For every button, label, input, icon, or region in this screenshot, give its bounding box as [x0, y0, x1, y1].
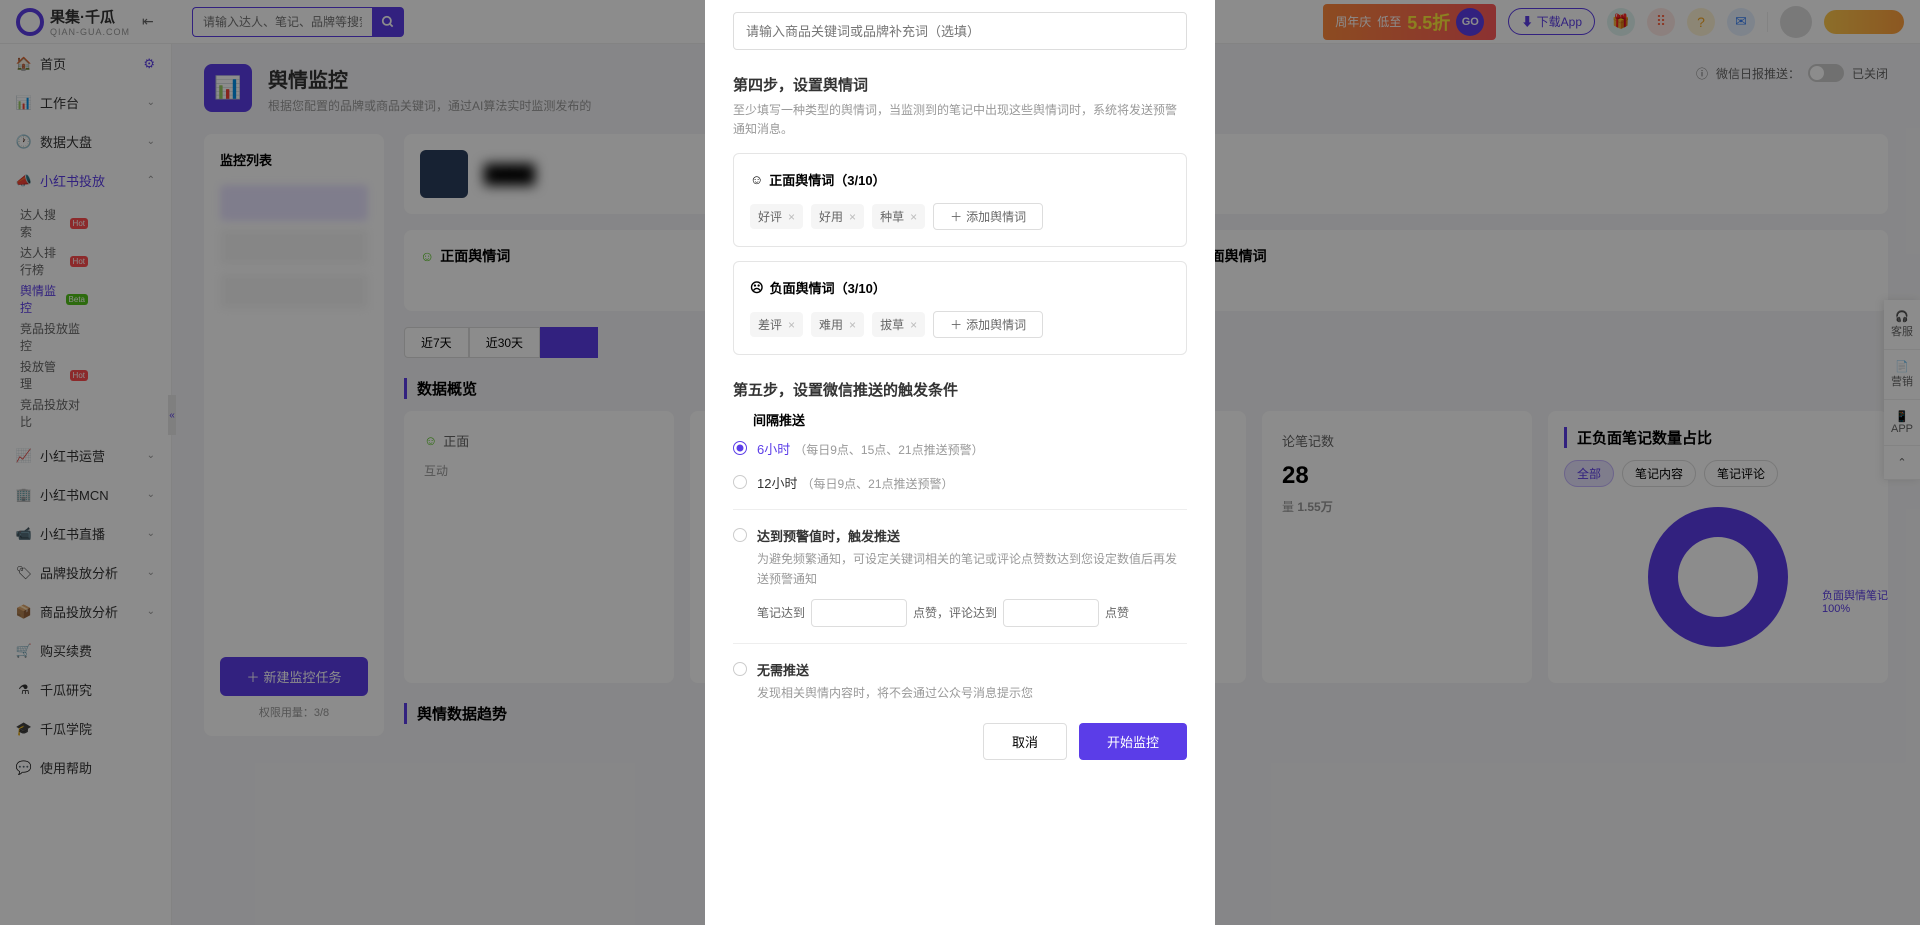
negative-words-box: ☹负面舆情词（3/10） 差评× 难用× 拔草× ＋ 添加舆情词	[733, 261, 1187, 355]
cancel-button[interactable]: 取消	[983, 723, 1067, 760]
radio-option-12h[interactable]: 12小时（每日9点、21点推送预警）	[733, 473, 1187, 493]
monitor-config-modal: 0/30 第四步，设置舆情词 至少填写一种类型的舆情词，当监测到的笔记中出现这些…	[705, 0, 1215, 925]
sentiment-tag: 种草×	[872, 204, 925, 229]
sentiment-tag: 好用×	[811, 204, 864, 229]
start-monitor-button[interactable]: 开始监控	[1079, 723, 1187, 760]
keyword-input[interactable]	[733, 12, 1187, 50]
frown-icon: ☹	[750, 280, 764, 296]
sentiment-tag: 好评×	[750, 204, 803, 229]
tag-remove-icon[interactable]: ×	[910, 210, 917, 224]
radio-option-threshold[interactable]: 达到预警值时，触发推送 为避免频繁通知，可设定关键词相关的笔记或评论点赞数达到您…	[733, 526, 1187, 626]
radio-icon	[733, 662, 747, 676]
step4-title: 第四步，设置舆情词	[733, 74, 1187, 95]
sentiment-tag: 难用×	[811, 312, 864, 337]
step5-title: 第五步，设置微信推送的触发条件	[733, 379, 1187, 400]
sentiment-tag: 拔草×	[872, 312, 925, 337]
tag-remove-icon[interactable]: ×	[849, 210, 856, 224]
step4-description: 至少填写一种类型的舆情词，当监测到的笔记中出现这些舆情词时，系统将发送预警通知消…	[733, 101, 1187, 139]
radio-option-6h[interactable]: 6小时（每日9点、15点、21点推送预警）	[733, 439, 1187, 459]
add-negative-tag-button[interactable]: ＋ 添加舆情词	[933, 311, 1043, 338]
radio-option-none[interactable]: 无需推送 发现相关舆情内容时，将不会通过公众号消息提示您	[733, 660, 1187, 703]
tag-remove-icon[interactable]: ×	[788, 318, 795, 332]
tag-remove-icon[interactable]: ×	[849, 318, 856, 332]
radio-icon	[733, 441, 747, 455]
modal-footer: 取消 开始监控	[733, 723, 1187, 760]
comment-threshold-input[interactable]	[1003, 599, 1099, 627]
add-positive-tag-button[interactable]: ＋ 添加舆情词	[933, 203, 1043, 230]
sentiment-tag: 差评×	[750, 312, 803, 337]
positive-words-box: ☺正面舆情词（3/10） 好评× 好用× 种草× ＋ 添加舆情词	[733, 153, 1187, 247]
note-threshold-input[interactable]	[811, 599, 907, 627]
radio-icon	[733, 475, 747, 489]
tag-remove-icon[interactable]: ×	[910, 318, 917, 332]
radio-icon	[733, 528, 747, 542]
smile-icon: ☺	[750, 172, 763, 187]
tag-remove-icon[interactable]: ×	[788, 210, 795, 224]
interval-push-subtitle: 间隔推送	[753, 410, 1187, 429]
modal-overlay[interactable]: 0/30 第四步，设置舆情词 至少填写一种类型的舆情词，当监测到的笔记中出现这些…	[0, 0, 1920, 925]
